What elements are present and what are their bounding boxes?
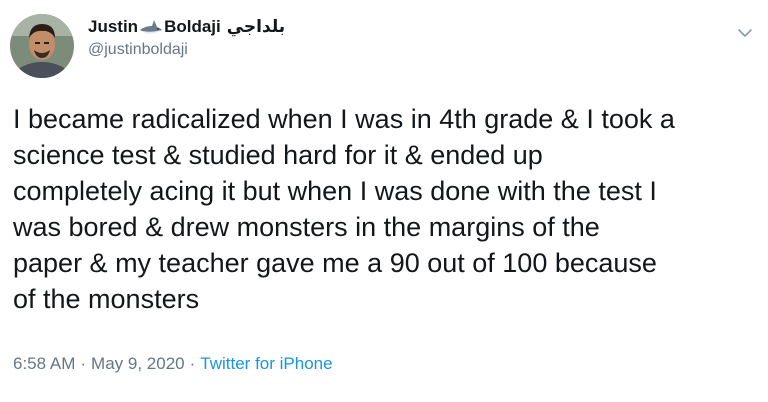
shark-icon	[139, 19, 163, 35]
tweet-card: Justin Boldaji بلداجي @justinboldaji I b…	[0, 0, 768, 402]
tweet-date[interactable]: May 9, 2020	[91, 354, 185, 373]
meta-separator: ·	[189, 354, 196, 373]
tweet-line: paper & my teacher gave me a 90 out of 1…	[13, 248, 657, 278]
user-handle[interactable]: @justinboldaji	[88, 39, 708, 61]
chevron-down-icon[interactable]	[736, 24, 754, 42]
tweet-time[interactable]: 6:58 AM	[13, 354, 75, 373]
tweet-meta: 6:58 AM · May 9, 2020 · Twitter for iPhone	[13, 354, 333, 374]
display-name[interactable]: Justin Boldaji بلداجي	[88, 16, 708, 38]
tweet-line: completely acing it but when I was done …	[13, 176, 657, 206]
tweet-line: science test & studied hard for it & end…	[13, 140, 543, 170]
avatar-photo	[10, 14, 74, 78]
display-name-arabic: بلداجي	[226, 17, 286, 36]
tweet-line: was bored & drew monsters in the margins…	[13, 212, 600, 242]
tweet-line: of the monsters	[13, 284, 200, 314]
author-info: Justin Boldaji بلداجي @justinboldaji	[88, 16, 708, 61]
display-name-first: Justin	[88, 17, 139, 36]
tweet-text: I became radicalized when I was in 4th g…	[13, 101, 758, 317]
meta-separator: ·	[80, 354, 87, 373]
display-name-last: Boldaji	[164, 17, 221, 36]
tweet-line: I became radicalized when I was in 4th g…	[13, 104, 675, 134]
avatar[interactable]	[10, 14, 74, 78]
tweet-source-link[interactable]: Twitter for iPhone	[200, 354, 332, 373]
